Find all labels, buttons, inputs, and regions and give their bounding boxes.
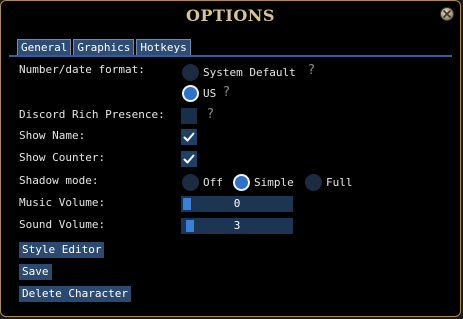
close-icon (443, 10, 451, 18)
show-name-checkbox[interactable] (181, 129, 197, 145)
radio-shadow-simple[interactable] (233, 174, 250, 191)
slider-value: 0 (233, 197, 241, 210)
radio-us[interactable] (182, 85, 199, 102)
radio-us-label: US (203, 87, 217, 100)
options-window: OPTIONS General Graphics Hotkeys Number/… (0, 0, 461, 317)
discord-rich-presence-checkbox[interactable] (181, 108, 197, 124)
tab-hotkeys[interactable]: Hotkeys (136, 39, 191, 55)
sound-volume-slider[interactable]: 3 (181, 218, 293, 234)
help-icon[interactable]: ? (207, 107, 214, 122)
shadow-mode-label: Shadow mode: (19, 174, 99, 187)
tab-divider (9, 55, 452, 57)
tab-general[interactable]: General (17, 39, 72, 55)
delete-character-button[interactable]: Delete Character (19, 286, 131, 302)
radio-shadow-off[interactable] (182, 174, 199, 191)
show-name-label: Show Name: (19, 129, 86, 142)
style-editor-button[interactable]: Style Editor (19, 242, 105, 258)
radio-shadow-full-label: Full (326, 176, 353, 189)
show-counter-checkbox[interactable] (181, 151, 197, 167)
sound-volume-label: Sound Volume: (19, 218, 106, 231)
radio-shadow-full[interactable] (305, 174, 322, 191)
radio-system-default[interactable] (182, 64, 199, 81)
help-icon[interactable]: ? (223, 85, 230, 100)
radio-shadow-simple-label: Simple (254, 176, 294, 189)
show-counter-label: Show Counter: (19, 151, 106, 164)
discord-rich-presence-label: Discord Rich Presence: (19, 108, 165, 121)
tab-graphics[interactable]: Graphics (73, 39, 135, 55)
number-format-label: Number/date format: (19, 63, 145, 76)
help-icon[interactable]: ? (308, 63, 315, 78)
slider-value: 3 (233, 219, 241, 232)
save-button[interactable]: Save (19, 264, 52, 280)
music-volume-label: Music Volume: (19, 196, 106, 209)
checkmark-icon (183, 154, 195, 164)
radio-system-default-label: System Default (203, 66, 296, 79)
close-button[interactable] (440, 7, 454, 21)
window-title: OPTIONS (186, 6, 275, 25)
checkmark-icon (183, 132, 195, 142)
music-volume-slider[interactable]: 0 (181, 196, 293, 212)
radio-shadow-off-label: Off (203, 176, 223, 189)
tab-bar: General Graphics Hotkeys (17, 39, 191, 55)
